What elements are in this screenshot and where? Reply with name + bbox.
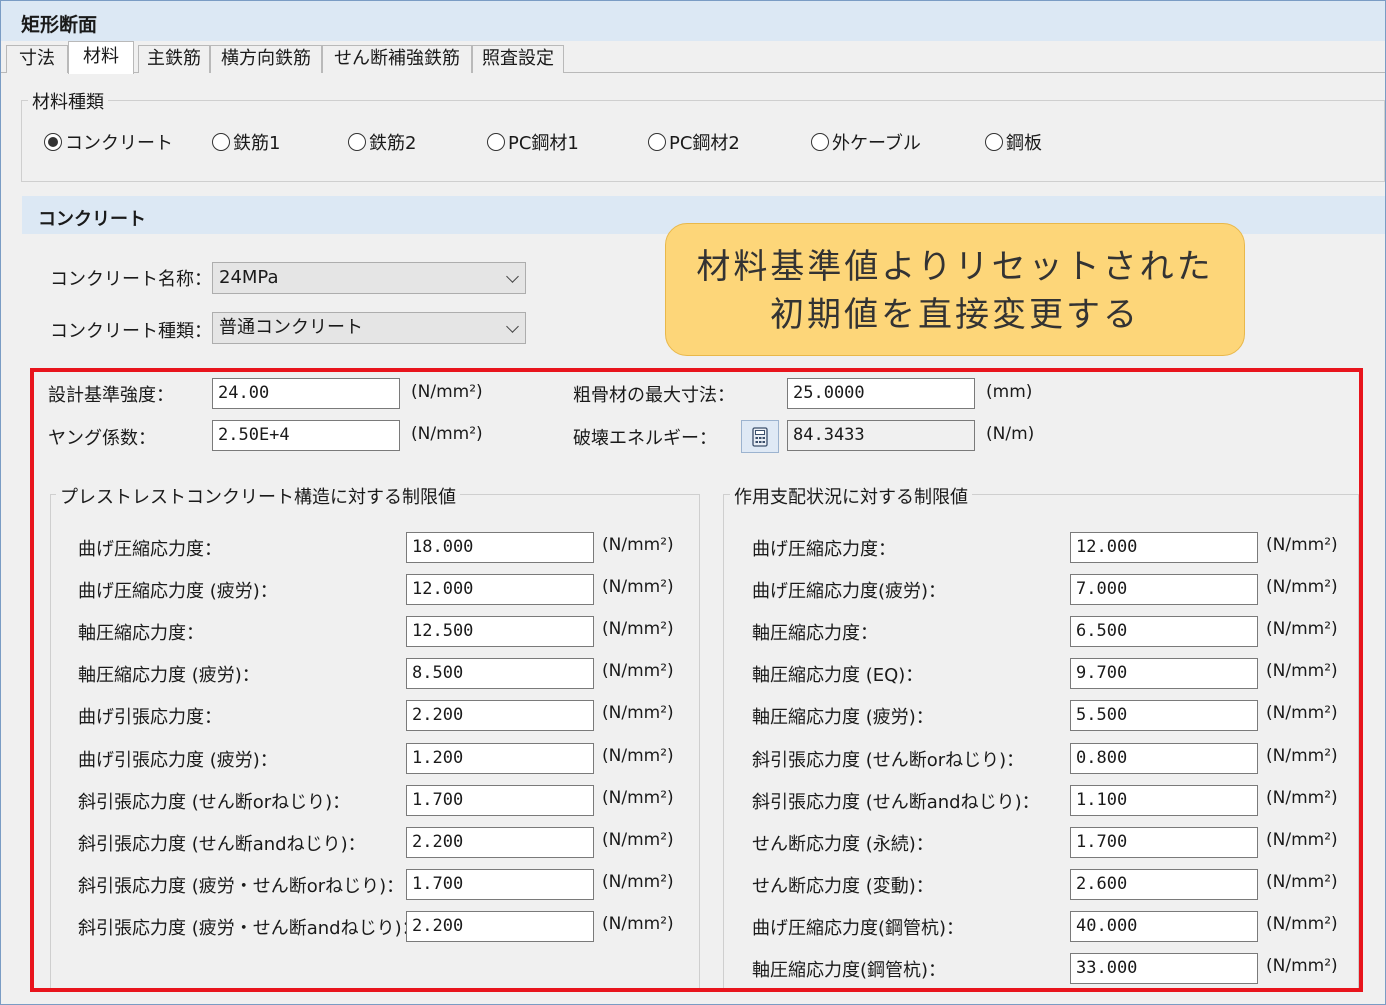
radio-external-cable[interactable]: 外ケーブル — [811, 130, 921, 154]
radio-button-icon — [44, 133, 62, 151]
chevron-down-icon — [506, 320, 519, 333]
window-titlebar: 矩形断面 — [1, 1, 1385, 41]
chevron-down-icon — [506, 270, 519, 283]
radio-pc-steel1[interactable]: PC鋼材1 — [487, 130, 579, 154]
concrete-kind-value: 普通コンクリート — [219, 317, 363, 338]
radio-label: 鋼板 — [1006, 133, 1042, 154]
radio-rebar2[interactable]: 鉄筋2 — [348, 130, 416, 154]
radio-label: PC鋼材2 — [669, 133, 740, 154]
radio-concrete[interactable]: コンクリート — [44, 130, 173, 154]
radio-label: 鉄筋1 — [233, 133, 281, 154]
concrete-section-title: コンクリート — [38, 209, 146, 230]
window-title: 矩形断面 — [21, 14, 98, 36]
tab-material[interactable]: 材料 — [68, 41, 134, 74]
callout-line-2: 初期値を直接変更する — [770, 295, 1140, 335]
tab-main-rebar[interactable]: 主鉄筋 — [138, 45, 210, 73]
tab-transverse-rebar[interactable]: 横方向鉄筋 — [210, 45, 322, 73]
radio-pc-steel2[interactable]: PC鋼材2 — [648, 130, 740, 154]
radio-rebar1[interactable]: 鉄筋1 — [212, 130, 280, 154]
radio-button-icon — [348, 133, 366, 151]
radio-label: 外ケーブル — [832, 133, 921, 154]
radio-label: PC鋼材1 — [508, 133, 579, 154]
concrete-kind-select[interactable]: 普通コンクリート — [212, 312, 526, 344]
annotation-callout: 材料基準値よりリセットされた 初期値を直接変更する — [665, 223, 1245, 356]
callout-line-1: 材料基準値よりリセットされた — [696, 247, 1214, 287]
radio-label: 鉄筋2 — [369, 133, 417, 154]
radio-button-icon — [212, 133, 230, 151]
concrete-kind-label: コンクリート種類： — [50, 321, 212, 342]
concrete-name-value: 24MPa — [219, 267, 279, 288]
tab-dimensions[interactable]: 寸法 — [6, 45, 68, 73]
radio-button-icon — [811, 133, 829, 151]
concrete-name-select[interactable]: 24MPa — [212, 262, 526, 294]
tab-shear-rebar[interactable]: せん断補強鉄筋 — [322, 45, 472, 73]
radio-button-icon — [648, 133, 666, 151]
radio-button-icon — [985, 133, 1003, 151]
radio-label: コンクリート — [65, 133, 173, 154]
radio-steel-plate[interactable]: 鋼板 — [985, 130, 1042, 154]
highlight-box — [30, 368, 1363, 992]
concrete-name-label: コンクリート名称： — [50, 269, 212, 290]
material-type-group-title: 材料種類 — [28, 88, 108, 114]
radio-button-icon — [487, 133, 505, 151]
tab-check-settings[interactable]: 照査設定 — [472, 45, 564, 73]
